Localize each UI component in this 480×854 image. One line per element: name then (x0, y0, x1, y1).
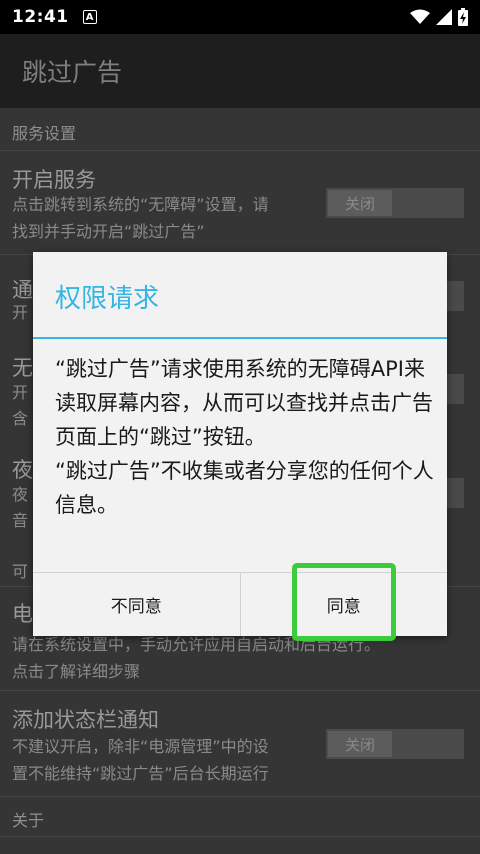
notification-toggle[interactable]: 关闭 (326, 729, 464, 759)
dialog-title: 权限请求 (55, 284, 160, 314)
divider (0, 690, 480, 691)
setting-subtitle-partial: 开 (12, 383, 29, 402)
dialog-message-paragraph: “跳过广告”请求使用系统的无障碍API来读取屏幕内容，从而可以查找并点击广告页面… (55, 357, 433, 449)
setting-title: 开启服务 (12, 168, 96, 192)
setting-subtitle: 置不能维持“跳过广告”后台长期运行 (12, 764, 269, 783)
dialog-message-paragraph: “跳过广告”不收集或者分享您的任何个人信息。 (55, 459, 434, 517)
status-bar: 12:41 A (0, 0, 480, 34)
setting-title-partial: 电 (12, 602, 33, 626)
app-title: 跳过广告 (22, 58, 123, 87)
permission-dialog: 权限请求 “跳过广告”请求使用系统的无障碍API来读取屏幕内容，从而可以查找并点… (33, 252, 447, 636)
setting-subtitle: 点击了解详细步骤 (12, 662, 141, 681)
divider (0, 150, 480, 151)
status-time: 12:41 (12, 7, 69, 27)
dialog-title-divider (33, 337, 447, 339)
a-notification-icon: A (82, 10, 97, 24)
section-header-about: 关于 (12, 811, 45, 830)
setting-subtitle-partial: 含 (12, 409, 29, 428)
toggle-label: 关闭 (328, 190, 392, 216)
setting-title-partial: 夜 (12, 458, 33, 482)
divider (0, 796, 480, 797)
setting-subtitle: 点击跳转到系统的“无障碍”设置，请 (12, 195, 269, 214)
toggle-label: 关闭 (328, 731, 392, 757)
section-header-service: 服务设置 (12, 124, 77, 143)
signal-icon (436, 9, 452, 25)
decline-button[interactable]: 不同意 (33, 573, 240, 636)
battery-charging-icon (458, 8, 468, 26)
dialog-actions: 不同意 同意 (33, 572, 447, 636)
setting-subtitle-partial: 音 (12, 511, 29, 530)
setting-subtitle: 不建议开启，除非“电源管理”中的设 (12, 737, 269, 756)
section-header-partial: 可 (12, 562, 29, 581)
status-icons (410, 8, 468, 26)
setting-title-partial: 无 (12, 356, 33, 380)
setting-subtitle-partial: 开 (12, 303, 29, 322)
divider (0, 836, 480, 837)
accept-button[interactable]: 同意 (239, 573, 448, 636)
service-toggle[interactable]: 关闭 (326, 188, 464, 218)
dialog-message: “跳过广告”请求使用系统的无障碍API来读取屏幕内容，从而可以查找并点击广告页面… (55, 352, 435, 522)
app-bar: 跳过广告 (0, 34, 480, 108)
setting-subtitle: 找到并手动开启“跳过广告” (12, 222, 205, 241)
wifi-icon (410, 9, 430, 24)
setting-title: 添加状态栏通知 (12, 708, 159, 732)
setting-subtitle-partial: 夜 (12, 485, 29, 504)
